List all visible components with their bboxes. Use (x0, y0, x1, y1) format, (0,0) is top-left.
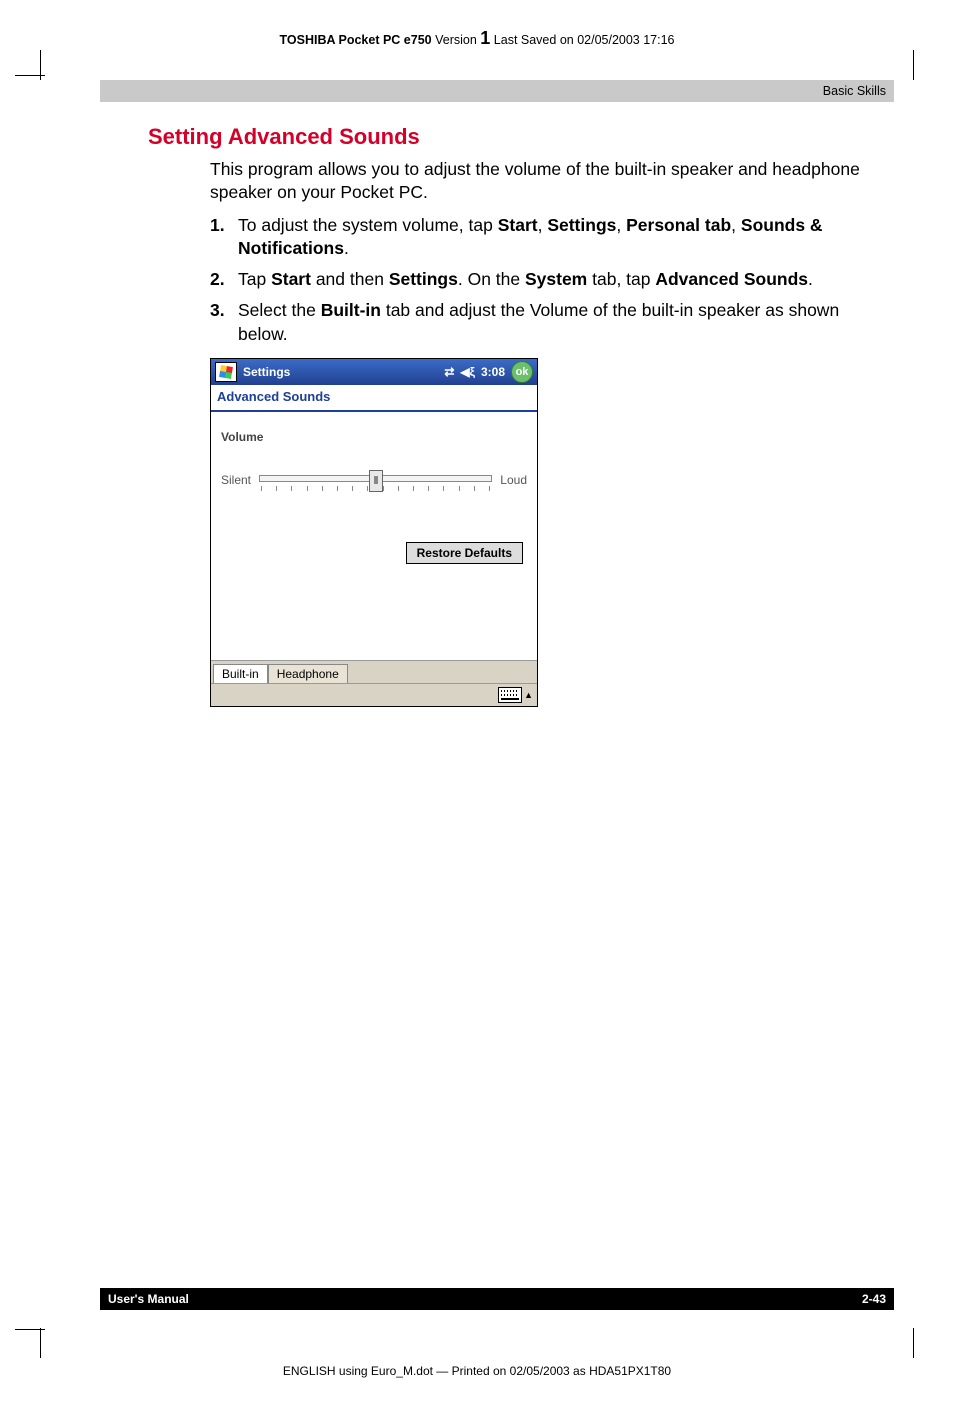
ok-button[interactable]: ok (511, 361, 533, 383)
steps-list: 1. To adjust the system volume, tap Star… (210, 214, 874, 345)
tab-headphone[interactable]: Headphone (268, 664, 348, 683)
chapter-bar: Basic Skills (100, 80, 894, 102)
ppc-title-bar: Settings ⇄ ◀ξ 3:08 ok (211, 359, 537, 385)
step-item: 2. Tap Start and then Settings. On the S… (210, 268, 874, 291)
volume-label: Volume (221, 430, 527, 444)
pocketpc-screenshot: Settings ⇄ ◀ξ 3:08 ok Advanced Sounds Vo… (210, 358, 538, 707)
section-heading: Setting Advanced Sounds (148, 124, 894, 150)
footer-page-number: 2-43 (862, 1292, 886, 1306)
keyboard-icon[interactable] (498, 687, 522, 703)
footer-left: User's Manual (108, 1292, 189, 1306)
step-text: Tap Start and then Settings. On the Syst… (238, 268, 813, 291)
chapter-title: Basic Skills (823, 84, 886, 98)
step-text: To adjust the system volume, tap Start, … (238, 214, 874, 260)
input-panel-arrow-icon[interactable]: ▲ (524, 690, 533, 700)
running-header: TOSHIBA Pocket PC e750 Version 1 Last Sa… (0, 28, 954, 49)
step-number: 1. (210, 214, 238, 260)
ppc-subtitle: Advanced Sounds (211, 385, 537, 412)
print-info-line: ENGLISH using Euro_M.dot — Printed on 02… (0, 1364, 954, 1378)
product-name: TOSHIBA Pocket PC e750 (279, 33, 431, 47)
saved-timestamp: Last Saved on 02/05/2003 17:16 (494, 33, 675, 47)
page-footer: User's Manual 2-43 (100, 1288, 894, 1310)
version-label: Version (435, 33, 477, 47)
start-flag-icon[interactable] (215, 362, 237, 382)
slider-max-label: Loud (500, 473, 527, 487)
tab-builtin[interactable]: Built-in (213, 664, 268, 683)
volume-slider[interactable] (259, 466, 492, 494)
ppc-bottom-bar: ▲ (211, 683, 537, 706)
slider-min-label: Silent (221, 473, 251, 487)
step-item: 1. To adjust the system volume, tap Star… (210, 214, 874, 260)
step-text: Select the Built-in tab and adjust the V… (238, 299, 874, 345)
step-number: 3. (210, 299, 238, 345)
step-item: 3. Select the Built-in tab and adjust th… (210, 299, 874, 345)
restore-defaults-button[interactable]: Restore Defaults (406, 542, 523, 564)
slider-thumb[interactable] (369, 470, 383, 492)
volume-icon[interactable]: ◀ξ (460, 365, 475, 379)
ppc-title: Settings (243, 365, 290, 379)
step-number: 2. (210, 268, 238, 291)
ppc-tabs: Built-in Headphone (211, 660, 537, 683)
version-number: 1 (480, 28, 490, 48)
clock-time: 3:08 (481, 365, 505, 379)
connectivity-icon[interactable]: ⇄ (444, 365, 454, 379)
intro-paragraph: This program allows you to adjust the vo… (210, 158, 874, 204)
